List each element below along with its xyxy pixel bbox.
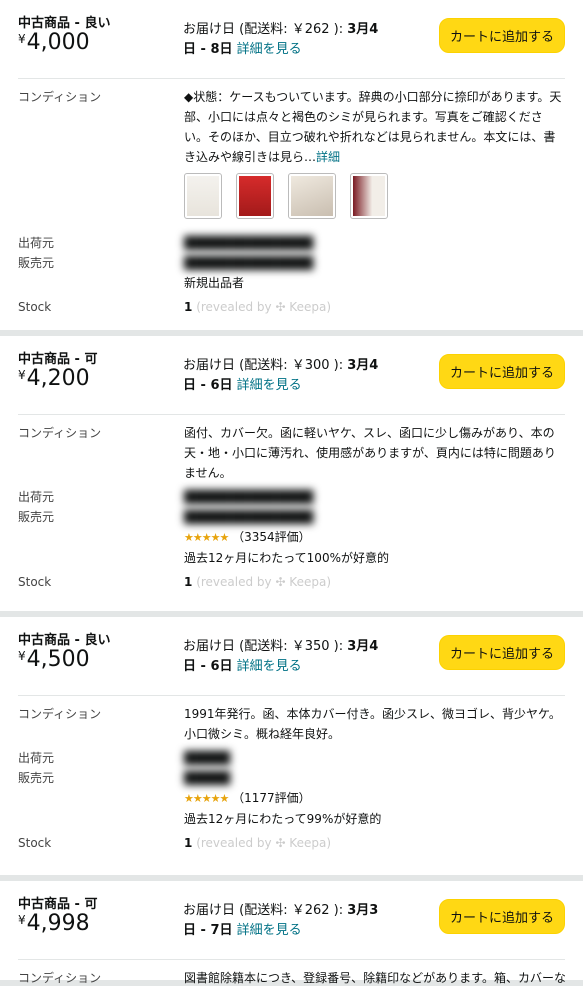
stock-label: Stock bbox=[18, 575, 52, 589]
condition-label: コンディション bbox=[18, 971, 102, 985]
details-link[interactable]: 詳細を見る bbox=[237, 42, 302, 57]
offer-header: ¥4,000 お届け日 (配送料: ￥262 ): 3月4 日 - 8日 詳細を… bbox=[18, 18, 565, 72]
sold-by-row: 販売元 █████ bbox=[18, 768, 565, 788]
delivery-info: お届け日 (配送料: ￥350 ): 3月4 日 - 6日 詳細を見る bbox=[183, 639, 379, 674]
offer-header: ¥4,500 お届け日 (配送料: ￥350 ): 3月4 日 - 6日 詳細を… bbox=[18, 635, 565, 689]
stock-value: 1 bbox=[184, 575, 193, 589]
offer-card: 中古商品 - 良い ¥4,000 お届け日 (配送料: ￥262 ): 3月4 … bbox=[0, 0, 583, 336]
sold-by-label: 販売元 bbox=[18, 510, 55, 524]
rating-summary-row: 過去12ヶ月にわたって100%が好意的 bbox=[18, 548, 565, 568]
ships-from-row: 出荷元 ██████████████ bbox=[18, 487, 565, 507]
rating-stars-icon: ★★★★★ bbox=[184, 531, 229, 544]
rating-summary: 過去12ヶ月にわたって100%が好意的 bbox=[184, 551, 389, 565]
condition-row: コンディション ◆状態：ケースもついています。辞典の小口部分に捺印があります。天… bbox=[18, 79, 565, 219]
condition-row: コンディション 函付、カバー欠。函に軽いヤケ、スレ、函口に少し傷みがあり、本の天… bbox=[18, 415, 565, 483]
delivery-info: お届け日 (配送料: ￥262 ): 3月4 日 - 8日 詳細を見る bbox=[183, 22, 379, 57]
delivery-info: お届け日 (配送料: ￥300 ): 3月4 日 - 6日 詳細を見る bbox=[183, 358, 379, 393]
stock-label: Stock bbox=[18, 300, 52, 314]
seller-note-row: 新規出品者 bbox=[18, 273, 565, 293]
rating-count[interactable]: （1177評価） bbox=[232, 791, 311, 805]
sold-by-row: 販売元 ██████████████ bbox=[18, 507, 565, 527]
photo-thumbnail[interactable] bbox=[288, 173, 336, 219]
condition-text: 1991年発行。函、本体カバー付き。函少スレ、微ヨゴレ、背少ヤケ。小口微シミ。概… bbox=[184, 707, 561, 741]
stock-value: 1 bbox=[184, 836, 193, 850]
condition-label: コンディション bbox=[18, 426, 102, 440]
condition-row: コンディション 図書館除籍本につき、登録番号、除籍印などがあります。箱、カバーな bbox=[18, 960, 565, 986]
stock-row: Stock 1 (revealed by ✣ Keepa) bbox=[18, 572, 565, 592]
photo-thumbnail[interactable] bbox=[350, 173, 388, 219]
offer-card: 中古商品 - 可 ¥4,200 お届け日 (配送料: ￥300 ): 3月4 日… bbox=[0, 336, 583, 617]
offer-header: ¥4,998 お届け日 (配送料: ￥262 ): 3月3 日 - 7日 詳細を… bbox=[18, 899, 565, 953]
stock-value: 1 bbox=[184, 300, 193, 314]
details-link[interactable]: 詳細を見る bbox=[237, 659, 302, 674]
sold-by-value[interactable]: ██████████████ bbox=[184, 507, 565, 527]
offer-card: 中古商品 - 良い ¥4,500 お届け日 (配送料: ￥350 ): 3月4 … bbox=[0, 617, 583, 881]
condition-text: ◆状態：ケースもついています。辞典の小口部分に捺印があります。天部、小口には点々… bbox=[184, 90, 562, 164]
add-to-cart-button[interactable]: カートに追加する bbox=[438, 635, 565, 670]
details-link[interactable]: 詳細を見る bbox=[237, 378, 302, 393]
ships-from-value: █████ bbox=[184, 751, 231, 765]
photo-thumbnail[interactable] bbox=[236, 173, 274, 219]
condition-photos bbox=[184, 173, 565, 219]
add-to-cart-button[interactable]: カートに追加する bbox=[438, 899, 565, 934]
ships-from-row: 出荷元 █████ bbox=[18, 748, 565, 768]
offer-price: ¥4,200 bbox=[18, 366, 90, 391]
offer-price: ¥4,500 bbox=[18, 647, 90, 672]
stock-row: Stock 1 (revealed by ✣ Keepa) bbox=[18, 833, 565, 853]
offer-price: ¥4,000 bbox=[18, 30, 90, 55]
rating-count[interactable]: （3354評価） bbox=[232, 530, 311, 544]
condition-label: コンディション bbox=[18, 90, 102, 104]
delivery-info: お届け日 (配送料: ￥262 ): 3月3 日 - 7日 詳細を見る bbox=[183, 903, 379, 938]
add-to-cart-button[interactable]: カートに追加する bbox=[438, 18, 565, 53]
keepa-note: (revealed by ✣ Keepa) bbox=[196, 836, 331, 850]
sold-by-label: 販売元 bbox=[18, 256, 55, 270]
ships-from-row: 出荷元 ██████████████ bbox=[18, 233, 565, 253]
details-link[interactable]: 詳細を見る bbox=[237, 923, 302, 938]
sold-by-value[interactable]: █████ bbox=[184, 768, 565, 788]
add-to-cart-button[interactable]: カートに追加する bbox=[438, 354, 565, 389]
photo-thumbnail[interactable] bbox=[184, 173, 222, 219]
seller-note: 新規出品者 bbox=[184, 276, 245, 290]
condition-label: コンディション bbox=[18, 707, 102, 721]
ships-from-label: 出荷元 bbox=[18, 490, 55, 504]
ships-from-value: ██████████████ bbox=[184, 236, 314, 250]
offer-price: ¥4,998 bbox=[18, 911, 90, 936]
condition-more-link[interactable]: 詳細 bbox=[316, 150, 340, 164]
keepa-note: (revealed by ✣ Keepa) bbox=[196, 575, 331, 589]
keepa-note: (revealed by ✣ Keepa) bbox=[196, 300, 331, 314]
ships-from-value: ██████████████ bbox=[184, 490, 314, 504]
offer-header: ¥4,200 お届け日 (配送料: ￥300 ): 3月4 日 - 6日 詳細を… bbox=[18, 354, 565, 408]
stock-label: Stock bbox=[18, 836, 52, 850]
ships-from-label: 出荷元 bbox=[18, 236, 55, 250]
sold-by-value[interactable]: ██████████████ bbox=[184, 253, 565, 273]
rating-row: ★★★★★ （1177評価） bbox=[18, 788, 565, 809]
sold-by-row: 販売元 ██████████████ bbox=[18, 253, 565, 273]
condition-text: 図書館除籍本につき、登録番号、除籍印などがあります。箱、カバーな bbox=[184, 971, 565, 985]
condition-text: 函付、カバー欠。函に軽いヤケ、スレ、函口に少し傷みがあり、本の天・地・小口に薄汚… bbox=[184, 426, 556, 480]
stock-row: Stock 1 (revealed by ✣ Keepa) bbox=[18, 297, 565, 317]
rating-summary: 過去12ヶ月にわたって99%が好意的 bbox=[184, 812, 382, 826]
ships-from-label: 出荷元 bbox=[18, 751, 55, 765]
rating-stars-icon: ★★★★★ bbox=[184, 792, 229, 805]
sold-by-label: 販売元 bbox=[18, 771, 55, 785]
rating-row: ★★★★★ （3354評価） bbox=[18, 527, 565, 548]
rating-summary-row: 過去12ヶ月にわたって99%が好意的 bbox=[18, 809, 565, 829]
offer-card: 中古商品 - 可 ¥4,998 お届け日 (配送料: ￥262 ): 3月3 日… bbox=[0, 881, 583, 986]
condition-row: コンディション 1991年発行。函、本体カバー付き。函少スレ、微ヨゴレ、背少ヤケ… bbox=[18, 696, 565, 744]
